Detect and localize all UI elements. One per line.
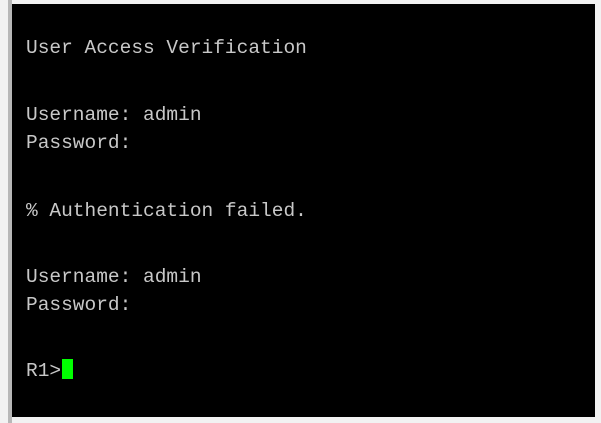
- username-line-retry: Username: admin: [26, 266, 202, 288]
- authentication-error-message: % Authentication failed.: [26, 200, 307, 222]
- text-cursor: [62, 359, 74, 379]
- command-prompt-line[interactable]: R1>: [26, 359, 74, 383]
- command-prompt: R1>: [26, 360, 62, 382]
- password-line-retry: Password:: [26, 294, 132, 316]
- password-line: Password:: [26, 132, 132, 154]
- terminal-window: User Access Verification Username: admin…: [0, 0, 601, 423]
- username-line: Username: admin: [26, 104, 202, 126]
- terminal-console[interactable]: User Access Verification Username: admin…: [12, 4, 595, 417]
- access-verification-header: User Access Verification: [26, 37, 307, 59]
